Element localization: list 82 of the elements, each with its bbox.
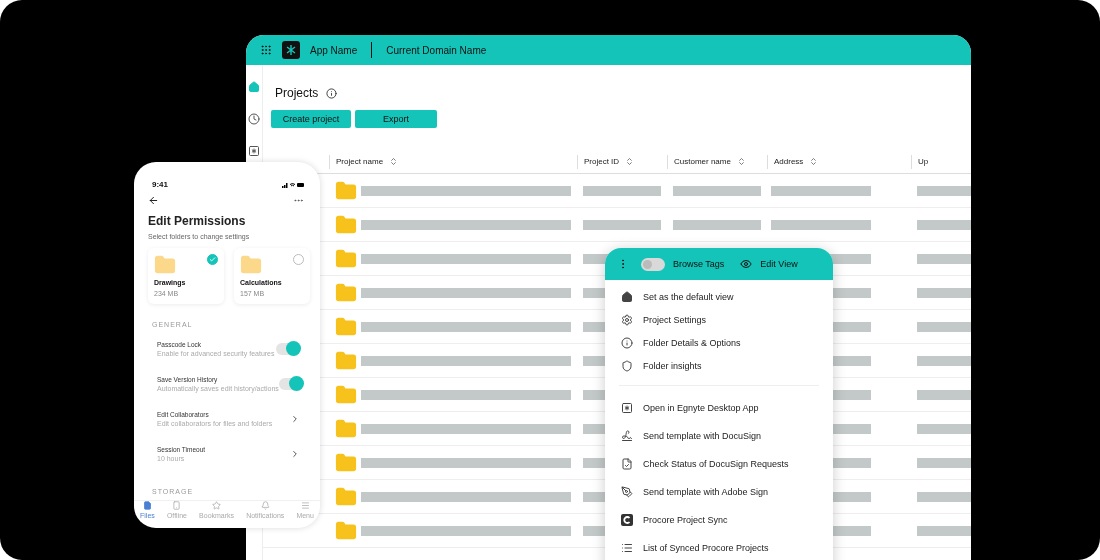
- setting-switch[interactable]: [276, 342, 300, 355]
- chevron-right-icon[interactable]: [290, 448, 300, 459]
- folder-icon: [335, 451, 357, 474]
- placeholder-bar: [917, 491, 971, 502]
- placeholder-bar: [917, 219, 971, 230]
- file-check-icon: [621, 458, 633, 470]
- folder-icon: [335, 281, 357, 304]
- pen-icon: [621, 486, 633, 498]
- context-menu-option[interactable]: Set as the default view: [643, 291, 734, 302]
- status-icons: [282, 181, 304, 188]
- file-icon: [142, 501, 152, 510]
- folder-icon: [335, 349, 357, 372]
- folder-icon: [335, 417, 357, 440]
- folder-icon: [335, 213, 357, 236]
- placeholder-bar: [917, 525, 971, 536]
- placeholder-bar: [917, 253, 971, 264]
- edit-view-link[interactable]: Edit View: [760, 259, 798, 269]
- folder-icon: [335, 179, 357, 202]
- context-menu-option[interactable]: List of Synced Procore Projects: [643, 543, 769, 553]
- shield-icon: [621, 359, 633, 372]
- desktop-app-icon: [621, 402, 633, 414]
- gear-icon: [621, 313, 633, 326]
- phone-icon: [172, 501, 182, 510]
- page-title: Projects: [275, 86, 319, 100]
- column-header[interactable]: Project ID: [584, 157, 620, 166]
- create-project-button[interactable]: Create project: [271, 110, 351, 128]
- placeholder-bar: [917, 389, 971, 400]
- screen-title: Edit Permissions: [147, 213, 247, 228]
- column-header[interactable]: Project name: [336, 157, 384, 166]
- column-header[interactable]: Up: [918, 157, 929, 166]
- back-arrow-icon[interactable]: [148, 195, 159, 206]
- folder-icon: [335, 247, 357, 270]
- info-icon: [621, 336, 633, 349]
- bell-icon: [260, 501, 270, 510]
- home-icon: [621, 290, 633, 303]
- placeholder-bar: [917, 321, 971, 332]
- signature-icon: [621, 430, 633, 442]
- folder-icon: [240, 254, 262, 276]
- home-icon[interactable]: [248, 81, 260, 93]
- sort-icon[interactable]: [625, 157, 635, 166]
- context-menu-option[interactable]: Send template with Adobe Sign: [643, 487, 769, 497]
- app-name: App Name: [310, 44, 358, 56]
- clock-icon[interactable]: [248, 113, 260, 125]
- context-menu-option[interactable]: Send template with DocuSign: [643, 431, 762, 441]
- browse-tags-toggle[interactable]: [641, 257, 665, 271]
- chevron-right-icon[interactable]: [290, 413, 300, 424]
- column-header[interactable]: Customer name: [674, 157, 731, 166]
- folder-select-radio[interactable]: [207, 254, 218, 265]
- folder-icon: [335, 485, 357, 508]
- eye-icon[interactable]: [740, 258, 753, 270]
- app-logo-icon: [282, 41, 300, 59]
- export-button[interactable]: Export: [355, 110, 437, 128]
- folder-select-radio[interactable]: [293, 254, 304, 265]
- sort-icon[interactable]: [736, 157, 746, 166]
- context-menu-option[interactable]: Folder Details & Options: [643, 337, 741, 348]
- folder-icon: [154, 254, 176, 276]
- context-menu-option[interactable]: Open in Egnyte Desktop App: [643, 403, 759, 413]
- status-time: 9:41: [152, 180, 168, 189]
- context-menu-option[interactable]: Check Status of DocuSign Requests: [643, 459, 789, 469]
- context-menu-option[interactable]: Folder insights: [643, 360, 702, 371]
- folder-icon: [335, 383, 357, 406]
- browse-tags-label: Browse Tags: [673, 259, 725, 269]
- folder-icon: [335, 519, 357, 542]
- info-icon[interactable]: [326, 87, 338, 99]
- desktop-app-icon[interactable]: [248, 145, 260, 157]
- menu-icon: [300, 501, 310, 510]
- folder-icon: [335, 315, 357, 338]
- star-icon: [212, 501, 222, 510]
- column-header[interactable]: Address: [774, 157, 804, 166]
- list-icon: [621, 542, 633, 554]
- placeholder-bar: [917, 355, 971, 366]
- letter-c-icon: [621, 514, 633, 526]
- placeholder-bar: [917, 423, 971, 434]
- placeholder-bar: [917, 185, 971, 196]
- sort-icon[interactable]: [809, 157, 819, 166]
- placeholder-bar: [917, 457, 971, 468]
- context-menu-option[interactable]: Procore Project Sync: [643, 515, 728, 525]
- apps-grid-icon[interactable]: [260, 44, 272, 56]
- context-menu-option[interactable]: Project Settings: [643, 314, 707, 325]
- placeholder-bar: [917, 287, 971, 298]
- sort-icon[interactable]: [389, 157, 399, 166]
- domain-name: Current Domain Name: [386, 44, 487, 56]
